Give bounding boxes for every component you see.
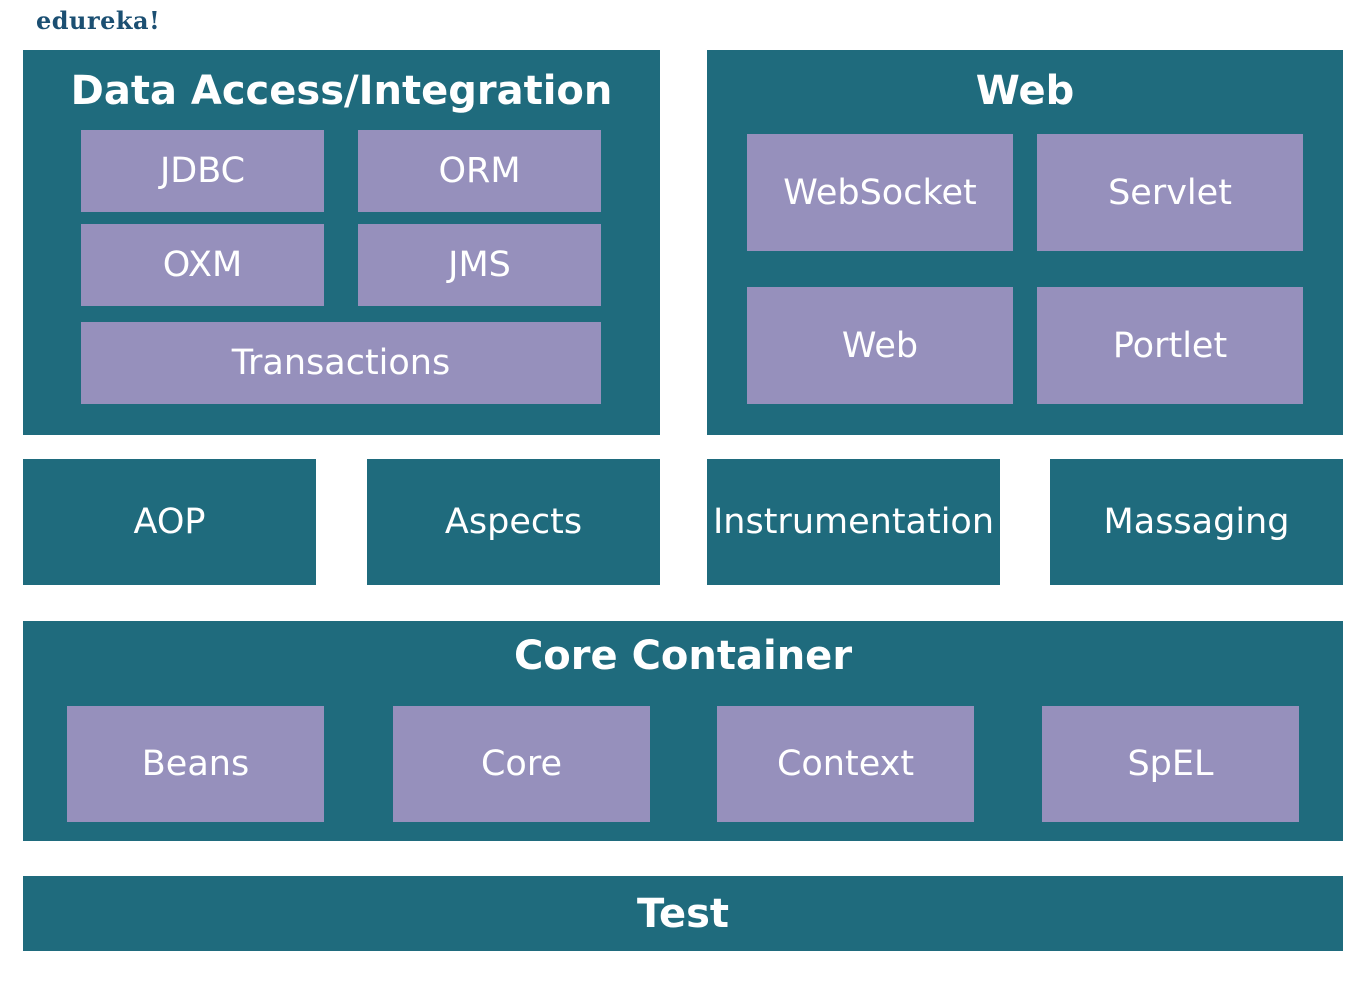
test-module: Test: [23, 876, 1343, 951]
submodule-jdbc: JDBC: [81, 130, 324, 212]
core-container-module: Core Container Beans Core Context SpEL: [23, 621, 1343, 841]
data-access-integration-module: Data Access/Integration JDBC ORM OXM JMS…: [23, 50, 660, 435]
submodule-core: Core: [393, 706, 650, 822]
submodule-jms: JMS: [358, 224, 601, 306]
submodule-orm: ORM: [358, 130, 601, 212]
submodule-portlet: Portlet: [1037, 287, 1303, 404]
module-aspects: Aspects: [367, 459, 660, 585]
module-aop: AOP: [23, 459, 316, 585]
module-title: Web: [975, 68, 1075, 114]
submodule-transactions: Transactions: [81, 322, 601, 404]
submodule-oxm: OXM: [81, 224, 324, 306]
module-instrumentation: Instrumentation: [707, 459, 1000, 585]
submodule-websocket: WebSocket: [747, 134, 1013, 251]
module-messaging: Massaging: [1050, 459, 1343, 585]
module-title: Core Container: [513, 633, 853, 679]
web-module: Web WebSocket Servlet Web Portlet: [707, 50, 1343, 435]
submodule-context: Context: [717, 706, 974, 822]
submodule-spel: SpEL: [1042, 706, 1299, 822]
submodule-web: Web: [747, 287, 1013, 404]
submodule-beans: Beans: [67, 706, 324, 822]
module-title: Data Access/Integration: [70, 68, 613, 114]
submodule-servlet: Servlet: [1037, 134, 1303, 251]
edureka-logo: edureka!: [36, 6, 161, 35]
